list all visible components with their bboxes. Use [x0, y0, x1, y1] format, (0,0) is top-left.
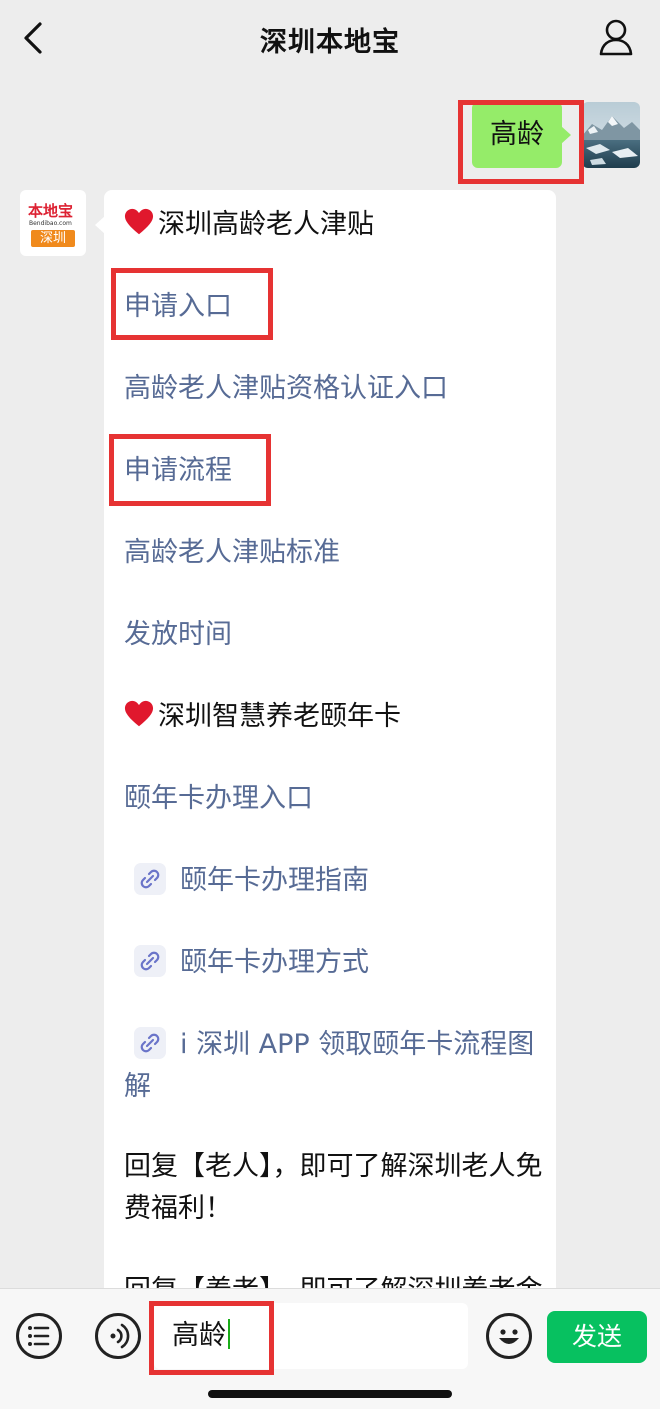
emoji-button[interactable] — [486, 1313, 532, 1359]
heading-label: 深圳高龄老人津贴 — [158, 209, 374, 240]
mini-program-icon — [134, 863, 166, 895]
account-avatar[interactable]: 本地宝 Bendibao.com 深圳 — [20, 190, 86, 256]
text-caret — [228, 1319, 230, 1349]
logo-brand: 本地宝 — [28, 202, 74, 220]
user-avatar[interactable] — [582, 102, 640, 168]
link-card-method[interactable]: 颐年卡办理方式 — [134, 942, 544, 984]
person-icon — [599, 19, 633, 56]
message-input[interactable]: 高龄 — [154, 1303, 468, 1369]
list-menu-icon — [28, 1326, 50, 1346]
heart-icon — [124, 700, 154, 727]
link-app-flowchart[interactable]: i 深圳 APP 领取颐年卡流程图解 — [124, 1024, 544, 1108]
link-label: 颐年卡办理方式 — [180, 947, 369, 978]
heading-subsidy: 深圳高龄老人津贴 — [124, 204, 544, 246]
link-apply-entry[interactable]: 申请入口 — [124, 286, 544, 328]
logo-domain: Bendibao.com — [29, 220, 72, 227]
profile-button[interactable] — [598, 18, 634, 58]
outgoing-bubble[interactable]: 高龄 — [472, 102, 571, 168]
link-payment-time[interactable]: 发放时间 — [124, 614, 544, 656]
link-label: 颐年卡办理指南 — [180, 865, 369, 896]
link-apply-process[interactable]: 申请流程 — [124, 450, 544, 492]
home-indicator[interactable] — [208, 1390, 452, 1398]
chat-screen: 深圳本地宝 高龄 本地宝 Bendibao.com 深圳 深圳高龄老人津贴 申请… — [0, 0, 660, 1409]
landscape-photo — [582, 102, 640, 168]
chat-header: 深圳本地宝 — [0, 0, 660, 80]
mini-program-icon — [134, 945, 166, 977]
menu-button[interactable] — [16, 1313, 62, 1359]
emoji-icon — [499, 1329, 519, 1344]
logo-city: 深圳 — [31, 230, 75, 247]
page-title: 深圳本地宝 — [260, 27, 400, 58]
voice-icon — [110, 1323, 130, 1349]
heart-icon — [124, 208, 154, 235]
reply-elderly-tip: 回复【老人】，即可了解深圳老人免费福利！ — [124, 1151, 543, 1224]
send-button[interactable]: 发送 — [547, 1311, 647, 1363]
reply-bubble: 深圳高龄老人津贴 申请入口 高龄老人津贴资格认证入口 申请流程 高龄老人津贴标准… — [104, 190, 556, 1300]
link-card-guide[interactable]: 颐年卡办理指南 — [134, 860, 544, 902]
voice-button[interactable] — [95, 1313, 141, 1359]
input-text: 高龄 — [172, 1320, 226, 1351]
link-subsidy-standard[interactable]: 高龄老人津贴标准 — [124, 532, 544, 574]
link-card-entry[interactable]: 颐年卡办理入口 — [124, 778, 544, 820]
heading-card: 深圳智慧养老颐年卡 — [124, 696, 544, 738]
mini-program-icon — [134, 1027, 166, 1059]
heading-label: 深圳智慧养老颐年卡 — [158, 701, 401, 732]
outgoing-message: 高龄 — [450, 102, 640, 168]
link-qualification-entry[interactable]: 高龄老人津贴资格认证入口 — [124, 368, 544, 410]
link-label: i 深圳 APP 领取颐年卡流程图解 — [124, 1029, 535, 1102]
